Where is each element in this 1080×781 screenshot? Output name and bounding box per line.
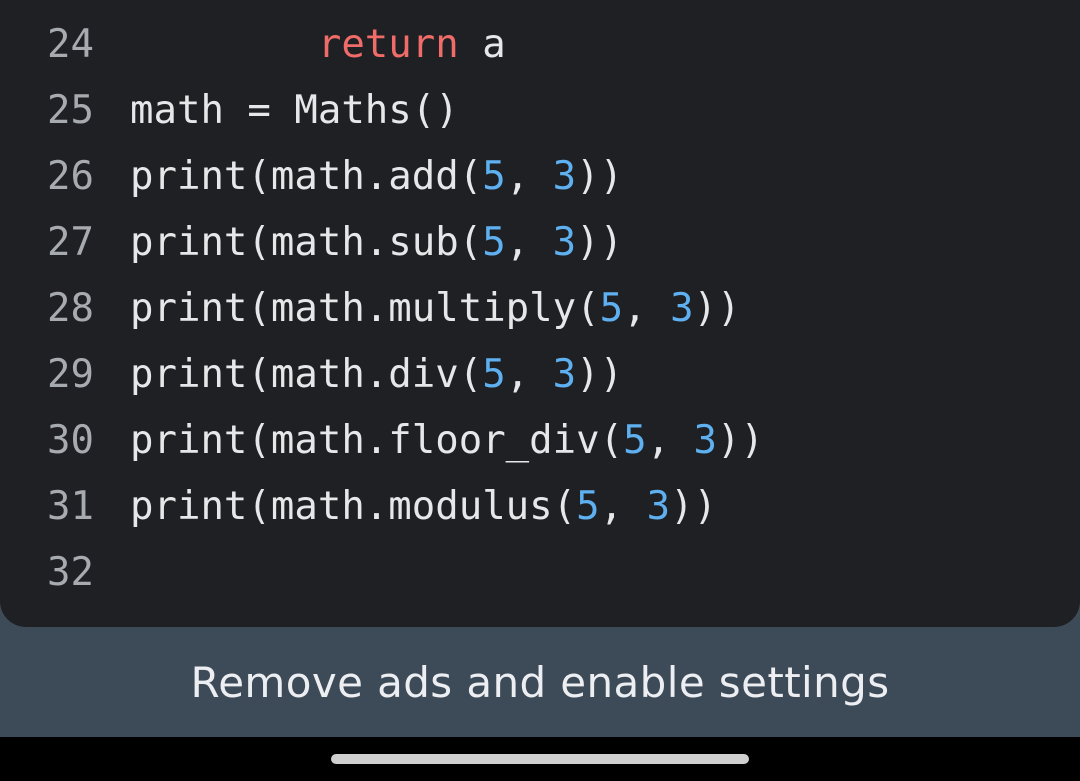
line-code: print(math.modulus(5, 3)) <box>130 474 717 540</box>
code-text: , <box>599 484 647 529</box>
line-number: 26 <box>47 154 94 199</box>
line-number: 29 <box>47 352 94 397</box>
line-number: 24 <box>47 22 94 67</box>
code-number: 3 <box>670 286 694 331</box>
code-text: )) <box>576 154 624 199</box>
code-text: print(math.add( <box>130 154 483 199</box>
code-keyword: return <box>317 22 459 67</box>
code-number: 5 <box>482 220 506 265</box>
code-line[interactable]: 29 print(math.div(5, 3)) <box>0 342 1080 408</box>
code-text: , <box>623 286 671 331</box>
code-line[interactable]: 32 <box>0 540 1080 606</box>
code-line[interactable]: 27 print(math.sub(5, 3)) <box>0 210 1080 276</box>
code-number: 3 <box>552 352 577 397</box>
code-line[interactable]: 25 math = Maths() <box>0 78 1080 144</box>
code-number: 3 <box>693 418 718 463</box>
code-text: , <box>505 220 553 265</box>
line-code: print(math.div(5, 3)) <box>130 342 623 408</box>
home-indicator[interactable] <box>331 754 749 764</box>
code-text: )) <box>670 484 718 529</box>
code-line[interactable]: 24 return a <box>0 12 1080 78</box>
code-text: )) <box>576 352 624 397</box>
code-text: print(math.div( <box>130 352 483 397</box>
code-text: )) <box>576 220 624 265</box>
line-code: print(math.add(5, 3)) <box>130 144 623 210</box>
code-line[interactable]: 26 print(math.add(5, 3)) <box>0 144 1080 210</box>
app-screen: 24 return a 25 math = Maths() 26 print(math.… <box>0 0 1080 781</box>
remove-ads-label: Remove ads and enable settings <box>190 657 890 707</box>
code-number: 3 <box>552 220 577 265</box>
code-editor[interactable]: 24 return a 25 math = Maths() 26 print(math.… <box>0 0 1080 627</box>
remove-ads-banner[interactable]: Remove ads and enable settings <box>0 627 1080 737</box>
code-text: print(math.sub( <box>130 220 483 265</box>
code-number: 3 <box>552 154 577 199</box>
code-text: print(math.floor_div( <box>130 418 624 463</box>
code-text: a <box>458 22 506 67</box>
code-line[interactable]: 30 print(math.floor_div(5, 3)) <box>0 408 1080 474</box>
code-text: , <box>505 154 553 199</box>
code-number: 5 <box>482 352 506 397</box>
code-number: 5 <box>623 418 647 463</box>
system-navigation-bar <box>0 737 1080 781</box>
line-code: math = Maths() <box>130 78 459 144</box>
line-code: print(math.sub(5, 3)) <box>130 210 623 276</box>
code-text: , <box>646 418 694 463</box>
line-number: 32 <box>47 550 94 595</box>
code-text: math = Maths() <box>130 88 459 133</box>
code-number: 5 <box>576 484 600 529</box>
code-text: , <box>505 352 553 397</box>
line-code: return a <box>130 12 506 78</box>
code-line[interactable]: 31 print(math.modulus(5, 3)) <box>0 474 1080 540</box>
code-text: )) <box>717 418 764 463</box>
line-number: 30 <box>47 418 94 463</box>
code-text: print(math.multiply( <box>130 286 600 331</box>
line-code: print(math.floor_div(5, 3)) <box>130 408 764 474</box>
line-number: 25 <box>47 88 94 133</box>
code-number: 3 <box>646 484 671 529</box>
code-number: 5 <box>482 154 506 199</box>
code-number: 5 <box>599 286 624 331</box>
code-line[interactable]: 28 print(math.multiply(5, 3)) <box>0 276 1080 342</box>
code-text: )) <box>693 286 741 331</box>
line-number: 27 <box>47 220 94 265</box>
code-text: print(math.modulus( <box>130 484 577 529</box>
line-number: 28 <box>47 286 94 331</box>
line-number: 31 <box>47 484 94 529</box>
line-code: print(math.multiply(5, 3)) <box>130 276 741 342</box>
